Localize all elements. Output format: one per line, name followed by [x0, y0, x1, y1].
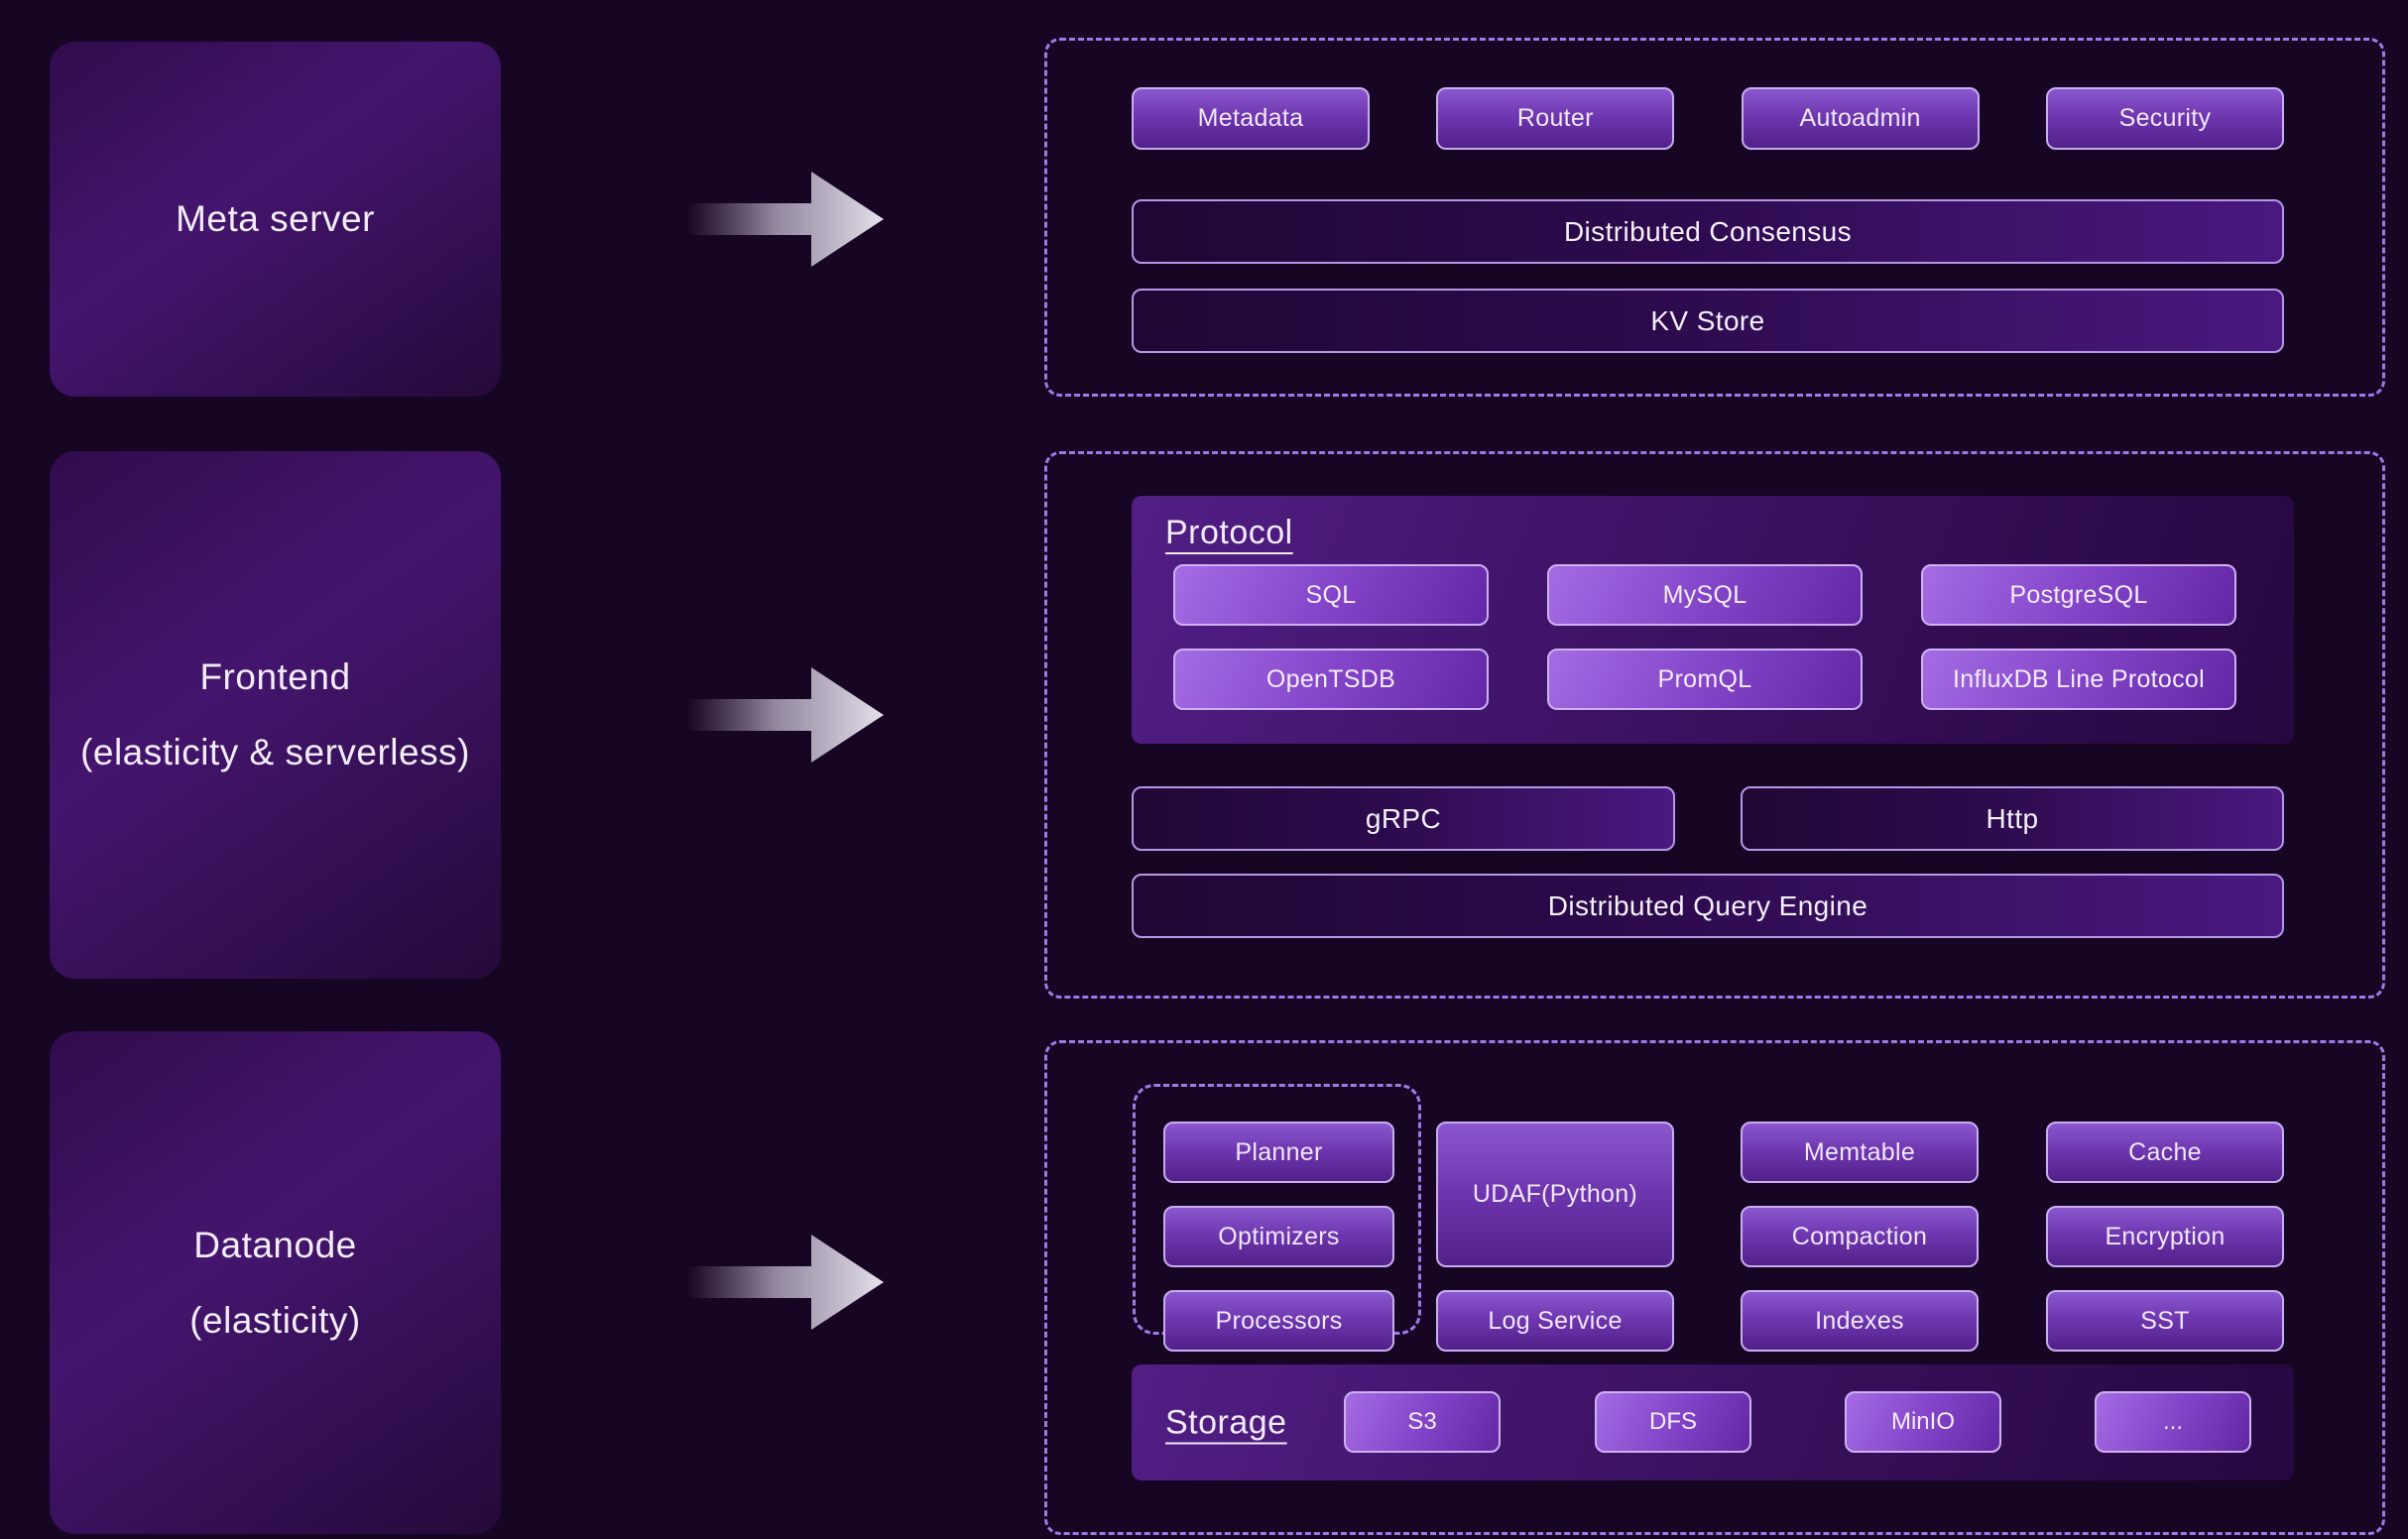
frontend-node: Frontend (elasticity & serverless) — [50, 451, 501, 979]
flow-arrow-icon — [687, 655, 886, 774]
meta-chip-row: Metadata Router Autoadmin Security — [1132, 87, 2284, 150]
kv-store-bar: KV Store — [1132, 289, 2284, 353]
minio-chip: MinIO — [1845, 1391, 2001, 1453]
opentsdb-chip: OpenTSDB — [1173, 649, 1489, 710]
architecture-diagram: Meta server Frontend (elasticity & serve… — [0, 0, 2408, 1539]
frontend-sublabel: (elasticity & serverless) — [80, 732, 470, 773]
http-bar: Http — [1741, 786, 2284, 851]
distributed-consensus-bar: Distributed Consensus — [1132, 199, 2284, 264]
flow-arrow-icon — [687, 1223, 886, 1342]
optimizers-chip: Optimizers — [1163, 1206, 1394, 1267]
router-chip: Router — [1436, 87, 1674, 150]
protocol-row-1: SQL MySQL PostgreSQL — [1173, 564, 2236, 626]
meta-server-node: Meta server — [50, 42, 501, 397]
memtable-chip: Memtable — [1741, 1122, 1979, 1183]
udaf-python-chip: UDAF(Python) — [1436, 1122, 1674, 1267]
security-chip: Security — [2046, 87, 2284, 150]
log-service-chip: Log Service — [1436, 1290, 1674, 1352]
meta-server-panel: Metadata Router Autoadmin Security Distr… — [1044, 38, 2385, 397]
datanode-panel: Planner Optimizers Processors UDAF(Pytho… — [1044, 1040, 2385, 1535]
grpc-bar: gRPC — [1132, 786, 1675, 851]
indexes-chip: Indexes — [1741, 1290, 1979, 1352]
flow-arrow-icon — [687, 160, 886, 279]
encryption-chip: Encryption — [2046, 1206, 2284, 1267]
datanode-node: Datanode (elasticity) — [50, 1031, 501, 1534]
storage-heading: Storage — [1165, 1403, 1287, 1442]
metadata-chip: Metadata — [1132, 87, 1370, 150]
cache-chip: Cache — [2046, 1122, 2284, 1183]
storage-group: Storage S3 DFS MinIO ... — [1132, 1364, 2294, 1480]
sql-chip: SQL — [1173, 564, 1489, 626]
datanode-label: Datanode — [193, 1225, 356, 1266]
protocol-heading: Protocol — [1165, 514, 1293, 552]
datanode-sublabel: (elasticity) — [189, 1300, 361, 1342]
autoadmin-chip: Autoadmin — [1742, 87, 1980, 150]
protocol-row-2: OpenTSDB PromQL InfluxDB Line Protocol — [1173, 649, 2236, 710]
mysql-chip: MySQL — [1547, 564, 1863, 626]
frontend-label: Frontend — [199, 656, 350, 698]
promql-chip: PromQL — [1547, 649, 1863, 710]
compaction-chip: Compaction — [1741, 1206, 1979, 1267]
planner-chip: Planner — [1163, 1122, 1394, 1183]
processors-chip: Processors — [1163, 1290, 1394, 1352]
postgresql-chip: PostgreSQL — [1921, 564, 2236, 626]
influxdb-line-protocol-chip: InfluxDB Line Protocol — [1921, 649, 2236, 710]
protocol-group: Protocol SQL MySQL PostgreSQL OpenTSDB P… — [1132, 496, 2294, 744]
distributed-query-engine-bar: Distributed Query Engine — [1132, 874, 2284, 938]
meta-server-label: Meta server — [176, 198, 375, 240]
sst-chip: SST — [2046, 1290, 2284, 1352]
s3-chip: S3 — [1344, 1391, 1501, 1453]
frontend-panel: Protocol SQL MySQL PostgreSQL OpenTSDB P… — [1044, 451, 2385, 999]
more-storage-chip: ... — [2095, 1391, 2251, 1453]
dfs-chip: DFS — [1595, 1391, 1751, 1453]
